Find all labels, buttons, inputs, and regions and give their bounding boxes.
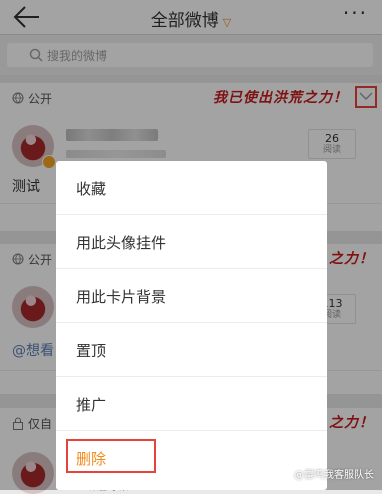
menu-item-favorite[interactable]: 收藏 bbox=[56, 161, 327, 215]
menu-item-promote[interactable]: 推广 bbox=[56, 377, 327, 431]
menu-item-label: 用此卡片背景 bbox=[76, 288, 167, 306]
menu-item-use-card-background[interactable]: 用此卡片背景 bbox=[56, 269, 327, 323]
menu-item-label: 用此头像挂件 bbox=[76, 234, 167, 252]
watermark: @雷鸣我客服队长 bbox=[294, 470, 374, 481]
menu-item-delete[interactable]: 删除 bbox=[56, 431, 327, 485]
menu-item-label: 删除 bbox=[76, 450, 107, 468]
menu-item-label: 收藏 bbox=[76, 180, 107, 198]
menu-item-label: 推广 bbox=[76, 396, 107, 414]
menu-item-pin-to-top[interactable]: 置顶 bbox=[56, 323, 327, 377]
menu-item-use-avatar-pendant[interactable]: 用此头像挂件 bbox=[56, 215, 327, 269]
menu-item-label: 置顶 bbox=[76, 342, 107, 360]
post-options-menu: 收藏 用此头像挂件 用此卡片背景 置顶 推广 删除 bbox=[56, 161, 327, 490]
